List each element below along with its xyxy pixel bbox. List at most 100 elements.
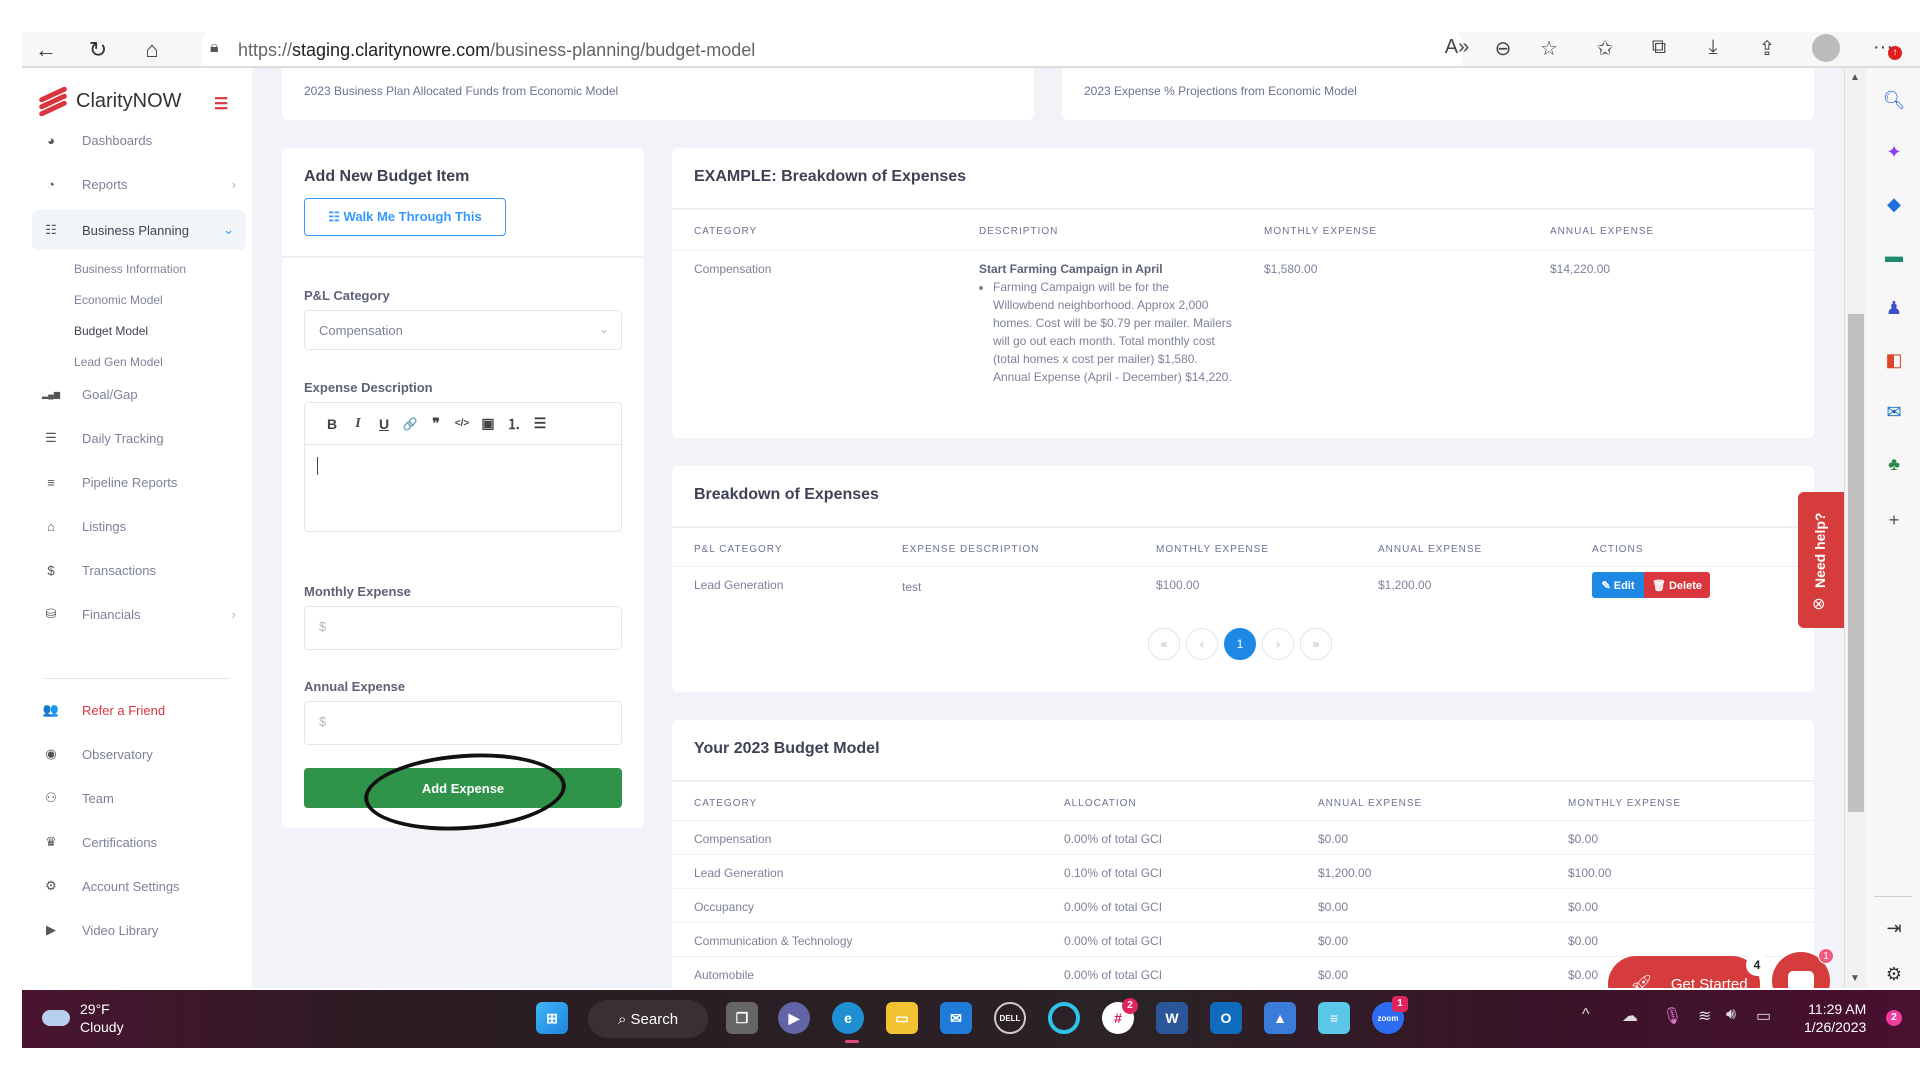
file-explorer-icon[interactable]: ▭	[886, 1002, 918, 1034]
description-editor[interactable]: B I U 🔗 ❞ </> ▣ ⒈ ☰	[304, 402, 622, 532]
photos-icon[interactable]: ▲	[1264, 1002, 1296, 1034]
delete-button[interactable]: 🗑 Delete	[1644, 572, 1710, 598]
mail-icon[interactable]: ✉	[940, 1002, 972, 1034]
scrollbar-thumb[interactable]	[1848, 314, 1864, 812]
dell-icon[interactable]: DELL	[994, 1002, 1026, 1034]
sidebar-item-label: Listings	[82, 518, 127, 534]
sidebar-item-video-library[interactable]: ▶ Video Library	[22, 912, 252, 948]
checklist-icon: ☷	[45, 222, 57, 237]
sidebar-item-refer-a-friend[interactable]: 👥 Refer a Friend	[22, 692, 252, 728]
sidebar-item-goal-gap[interactable]: ▂▄▆ Goal/Gap	[22, 376, 252, 412]
sidebar-subitem-budget-model[interactable]: Budget Model	[74, 324, 148, 338]
taskbar-search[interactable]: ⌕ Search	[588, 1000, 708, 1038]
need-help-tab[interactable]: Need help? ⊗	[1798, 492, 1844, 628]
italic-icon[interactable]: I	[345, 416, 371, 432]
zoom-out-icon[interactable]: ⊖	[1488, 36, 1518, 61]
sidebar-item-account-settings[interactable]: ⚙ Account Settings	[22, 868, 252, 904]
walk-me-through-button[interactable]: ☷ Walk Me Through This	[304, 198, 506, 236]
games-icon[interactable]: ♟	[1882, 296, 1906, 320]
refresh-icon[interactable]: ↻	[84, 36, 112, 64]
microphone-icon[interactable]: 🎙︎	[1662, 1006, 1682, 1026]
task-view-icon[interactable]: ❐	[726, 1002, 758, 1034]
scroll-down-icon[interactable]: ▼	[1850, 973, 1860, 984]
edge-icon[interactable]: e	[832, 1002, 864, 1034]
get-started-button[interactable]: 🚀︎ Get Started	[1608, 956, 1760, 988]
monthly-expense-input[interactable]: $	[304, 606, 622, 650]
image-icon[interactable]: ▣	[475, 415, 501, 432]
word-icon[interactable]: W	[1156, 1002, 1188, 1034]
profile-icon[interactable]	[1812, 34, 1840, 62]
quote-icon[interactable]: ❞	[423, 415, 449, 432]
sidebar-subitem-business-information[interactable]: Business Information	[74, 262, 186, 276]
copilot-sparkle-icon[interactable]: ✦	[1882, 140, 1906, 164]
add-favorite-icon[interactable]: ☆	[1534, 36, 1564, 61]
date: 1/26/2023	[1804, 1019, 1867, 1035]
home-icon[interactable]: ⌂	[138, 36, 166, 64]
address-bar[interactable]: 🔒︎ https://staging.claritynowre.com/busi…	[202, 32, 1462, 66]
lock-icon[interactable]: 🔒︎	[210, 39, 219, 57]
sidebar-item-business-planning[interactable]: ☷ Business Planning ⌄	[32, 210, 246, 250]
clock[interactable]: 11:29 AM 1/26/2023	[1804, 1000, 1866, 1036]
description-cell: Start Farming Campaign in April Farming …	[979, 260, 1233, 386]
sidebar-item-transactions[interactable]: $ Transactions	[22, 552, 252, 588]
tools-icon[interactable]: ▬	[1882, 244, 1906, 268]
code-icon[interactable]: </>	[449, 418, 475, 429]
get-started-badge: 4	[1746, 954, 1768, 976]
sidebar-item-reports[interactable]: ◔ Reports ›	[22, 166, 252, 202]
ordered-list-icon[interactable]: ⒈	[501, 414, 527, 434]
sidebar-item-listings[interactable]: ⌂ Listings	[22, 508, 252, 544]
start-icon[interactable]: ⊞	[536, 1002, 568, 1034]
annual-expense-input[interactable]: $	[304, 701, 622, 745]
add-icon[interactable]: +	[1882, 508, 1906, 532]
notepad-icon[interactable]: ≡	[1318, 1002, 1350, 1034]
back-icon[interactable]: ←	[32, 36, 60, 64]
edit-button[interactable]: ✎ Edit	[1592, 572, 1644, 598]
onedrive-icon[interactable]: ☁	[1622, 1006, 1638, 1026]
shopping-tag-icon[interactable]: ◆	[1882, 192, 1906, 216]
battery-icon[interactable]: ▭	[1756, 1006, 1771, 1026]
share-icon[interactable]: ⇪	[1752, 36, 1782, 61]
favorites-icon[interactable]: ✩	[1590, 36, 1620, 61]
scroll-up-icon[interactable]: ▲	[1850, 72, 1860, 83]
bold-icon[interactable]: B	[319, 416, 345, 432]
sidebar-subitem-economic-model[interactable]: Economic Model	[74, 293, 163, 307]
pagination-last[interactable]: »	[1300, 628, 1332, 660]
outlook-icon[interactable]: ✉	[1882, 400, 1906, 424]
downloads-icon[interactable]: ⤓	[1698, 36, 1728, 59]
hide-sidebar-icon[interactable]: ⇥	[1882, 916, 1906, 940]
pagination-prev[interactable]: ‹	[1186, 628, 1218, 660]
pagination-page-1[interactable]: 1	[1224, 628, 1256, 660]
sidebar-item-certifications[interactable]: ♛ Certifications	[22, 824, 252, 860]
notification-badge[interactable]: 2	[1886, 1010, 1902, 1026]
settings-icon[interactable]: ⚙	[1882, 962, 1906, 986]
show-hidden-icons[interactable]: ^	[1582, 1006, 1590, 1024]
wifi-icon[interactable]: ≋	[1698, 1006, 1711, 1026]
office-icon[interactable]: ◧	[1882, 348, 1906, 372]
pagination-first[interactable]: «	[1148, 628, 1180, 660]
pagination-next[interactable]: ›	[1262, 628, 1294, 660]
bullet-list-icon[interactable]: ☰	[527, 415, 553, 432]
link-icon[interactable]: 🔗	[397, 417, 423, 431]
sidebar-item-financials[interactable]: ⛁ Financials ›	[22, 596, 252, 632]
sidebar-item-team[interactable]: ⚇ Team	[22, 780, 252, 816]
page-scrollbar[interactable]: ▲ ▼	[1844, 68, 1866, 988]
sidebar-item-pipeline-reports[interactable]: ≡ Pipeline Reports	[22, 464, 252, 500]
tree-icon[interactable]: ♣	[1882, 452, 1906, 476]
outlook-icon[interactable]: O	[1210, 1002, 1242, 1034]
sidebar-subitem-lead-gen-model[interactable]: Lead Gen Model	[74, 355, 163, 369]
teams-icon[interactable]: ▶	[778, 1002, 810, 1034]
alexa-icon[interactable]	[1048, 1002, 1080, 1034]
sidebar-item-daily-tracking[interactable]: ☰ Daily Tracking	[22, 420, 252, 456]
brand-logo[interactable]: ClarityNOW	[36, 85, 182, 118]
category-select[interactable]: Compensation ⌄	[304, 310, 622, 350]
card-title: 2023 Business Plan Allocated Funds from …	[304, 84, 619, 98]
menu-toggle-icon[interactable]: ☰	[214, 94, 228, 114]
url-text[interactable]: https://staging.claritynowre.com/busines…	[238, 40, 755, 61]
underline-icon[interactable]: U	[371, 416, 397, 432]
collections-icon[interactable]: ⧉	[1644, 36, 1674, 59]
volume-icon[interactable]: 🔊︎	[1726, 1006, 1736, 1024]
sidebar-item-observatory[interactable]: ◉ Observatory	[22, 736, 252, 772]
search-icon[interactable]: 🔍︎	[1882, 88, 1906, 112]
read-aloud-icon[interactable]: A»	[1442, 36, 1472, 59]
sidebar-item-dashboards[interactable]: ◕ Dashboards	[22, 122, 252, 158]
